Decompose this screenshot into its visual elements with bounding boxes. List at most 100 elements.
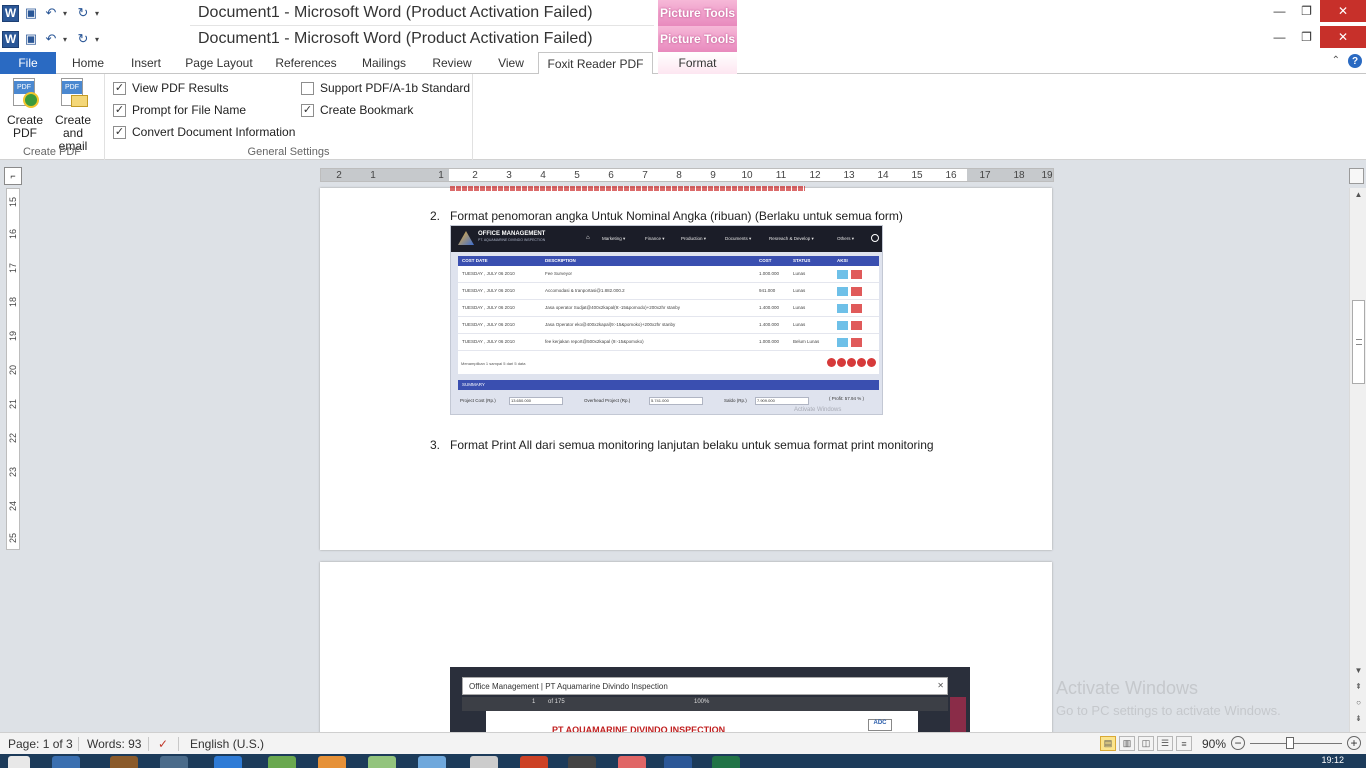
ruler-tick: 9 bbox=[710, 170, 716, 181]
close-button[interactable]: ✕ bbox=[1320, 26, 1366, 48]
delete-icon bbox=[851, 304, 862, 313]
list-item-2[interactable]: 2. Format penomoran angka Untuk Nominal … bbox=[430, 209, 903, 223]
create-pdf-button[interactable]: Create PDF bbox=[3, 78, 47, 140]
minimize-ribbon-icon[interactable]: ⌃ bbox=[1332, 55, 1340, 66]
save-icon[interactable]: ▣ bbox=[23, 5, 39, 21]
shot-navbar: OFFICE MANAGEMENT PT. AQUAMARINE DIVINDO… bbox=[451, 226, 882, 252]
scroll-thumb[interactable] bbox=[1352, 300, 1365, 384]
word-count[interactable]: Words: 93 bbox=[87, 737, 141, 751]
vertical-scrollbar[interactable]: ▲ ▼ ⇞ ○ ⇟ bbox=[1349, 188, 1366, 732]
undo-dropdown-icon[interactable]: ▾ bbox=[63, 9, 71, 18]
tab-foxit-reader-pdf[interactable]: Foxit Reader PDF bbox=[538, 52, 653, 75]
group-general-settings: ✓ View PDF Results ✓ Prompt for File Name … bbox=[105, 74, 473, 160]
web-layout-icon[interactable]: ◫ bbox=[1138, 736, 1154, 751]
language-indicator[interactable]: English (U.S.) bbox=[190, 737, 264, 751]
undo-icon[interactable]: ↶ bbox=[43, 5, 59, 21]
ruler-tick: 22 bbox=[8, 433, 18, 444]
taskbar-app-icon[interactable] bbox=[368, 756, 396, 768]
shot-menu-item: Marketing ▾ bbox=[602, 236, 626, 241]
save-icon[interactable]: ▣ bbox=[23, 31, 39, 47]
taskbar-app-icon[interactable] bbox=[618, 756, 646, 768]
checkbox-support-pdfa[interactable]: Support PDF/A-1b Standard bbox=[301, 81, 470, 95]
shot-table-footer: Menampilkan 1 sampai 5 dari 5 data bbox=[461, 361, 526, 366]
tab-view[interactable]: View bbox=[488, 52, 534, 74]
help-icon[interactable]: ? bbox=[1348, 54, 1362, 68]
restore-button[interactable]: ❐ bbox=[1293, 26, 1320, 48]
tab-insert[interactable]: Insert bbox=[120, 52, 172, 74]
ruler-tick: 20 bbox=[8, 365, 18, 376]
embedded-screenshot-table[interactable]: OFFICE MANAGEMENT PT. AQUAMARINE DIVINDO… bbox=[450, 225, 883, 415]
tab-references[interactable]: References bbox=[266, 52, 346, 74]
checkbox-convert-doc-info[interactable]: ✓ Convert Document Information bbox=[113, 125, 295, 139]
zoom-out-icon[interactable]: − bbox=[1231, 736, 1245, 750]
tab-selector-icon[interactable]: ⌐ bbox=[4, 167, 22, 185]
ruler-tick: 1 bbox=[370, 170, 376, 181]
zoom-level[interactable]: 90% bbox=[1202, 737, 1226, 751]
proofing-icon[interactable]: ✓ bbox=[158, 737, 168, 751]
taskbar-app-icon[interactable] bbox=[568, 756, 596, 768]
zoom-slider[interactable] bbox=[1250, 743, 1342, 744]
taskbar-app-icon[interactable] bbox=[418, 756, 446, 768]
full-screen-reading-icon[interactable]: ▥ bbox=[1119, 736, 1135, 751]
tab-mailings[interactable]: Mailings bbox=[352, 52, 416, 74]
view-ruler-icon[interactable] bbox=[1349, 168, 1364, 184]
list-item-3[interactable]: 3. Format Print All dari semua monitorin… bbox=[430, 438, 934, 452]
draft-icon[interactable]: ≡ bbox=[1176, 736, 1192, 751]
embedded-screenshot-pdf[interactable]: Office Management | PT Aquamarine Divind… bbox=[450, 667, 970, 733]
horizontal-ruler[interactable]: 2 1 1 2 3 4 5 6 7 8 9 10 11 12 13 14 15 … bbox=[320, 168, 1054, 182]
print-layout-icon[interactable]: ▤ bbox=[1100, 736, 1116, 751]
word-app-icon[interactable]: W bbox=[2, 30, 19, 48]
scroll-down-icon[interactable]: ▼ bbox=[1352, 666, 1365, 678]
scroll-up-icon[interactable]: ▲ bbox=[1352, 190, 1365, 202]
tab-review[interactable]: Review bbox=[422, 52, 482, 74]
customize-qat-icon[interactable]: ▾ bbox=[95, 9, 103, 18]
restore-button[interactable]: ❐ bbox=[1293, 0, 1320, 22]
redo-icon[interactable]: ↻ bbox=[75, 31, 91, 47]
checkbox-view-pdf-results[interactable]: ✓ View PDF Results bbox=[113, 81, 228, 95]
checkbox-create-bookmark[interactable]: ✓ Create Bookmark bbox=[301, 103, 413, 117]
user-icon bbox=[871, 234, 879, 242]
taskbar-word-icon[interactable] bbox=[664, 756, 692, 768]
tab-format[interactable]: Format bbox=[658, 52, 737, 74]
taskbar-app-icon[interactable] bbox=[268, 756, 296, 768]
taskbar-app-icon[interactable] bbox=[160, 756, 188, 768]
create-and-email-button[interactable]: Create and email bbox=[47, 78, 99, 153]
zoom-slider-thumb[interactable] bbox=[1286, 737, 1294, 749]
word-app-icon[interactable]: W bbox=[2, 4, 19, 22]
vertical-ruler[interactable]: 15 16 17 18 19 20 21 22 23 24 25 bbox=[6, 188, 20, 550]
ruler-tick: 18 bbox=[1013, 170, 1025, 181]
taskbar-app-icon[interactable] bbox=[52, 756, 80, 768]
shot-menu-item: Documents ▾ bbox=[725, 236, 752, 241]
minimize-button[interactable]: — bbox=[1266, 26, 1293, 48]
taskbar-app-icon[interactable] bbox=[520, 756, 548, 768]
taskbar-app-icon[interactable] bbox=[470, 756, 498, 768]
home-icon: ⌂ bbox=[586, 235, 590, 241]
pager-dot bbox=[837, 358, 846, 367]
outline-icon[interactable]: ☰ bbox=[1157, 736, 1173, 751]
zoom-in-icon[interactable]: + bbox=[1347, 736, 1361, 750]
close-button[interactable]: ✕ bbox=[1320, 0, 1366, 22]
checkbox-prompt-file-name[interactable]: ✓ Prompt for File Name bbox=[113, 103, 246, 117]
page-count[interactable]: Page: 1 of 3 bbox=[8, 737, 73, 751]
empty-checkbox-icon bbox=[301, 81, 314, 95]
customize-qat-icon[interactable]: ▾ bbox=[95, 35, 103, 44]
next-page-icon[interactable]: ⇟ bbox=[1352, 714, 1365, 726]
undo-dropdown-icon[interactable]: ▾ bbox=[63, 35, 71, 44]
tab-file[interactable]: File bbox=[0, 52, 56, 74]
shot-brand-sub: PT. AQUAMARINE DIVINDO INSPECTION bbox=[478, 238, 546, 242]
taskbar-excel-icon[interactable] bbox=[712, 756, 740, 768]
start-icon[interactable] bbox=[8, 756, 30, 768]
previous-page-icon[interactable]: ⇞ bbox=[1352, 682, 1365, 694]
checkmark-icon: ✓ bbox=[113, 103, 126, 117]
browse-object-icon[interactable]: ○ bbox=[1352, 698, 1365, 710]
undo-icon[interactable]: ↶ bbox=[43, 31, 59, 47]
minimize-button[interactable]: — bbox=[1266, 0, 1293, 22]
shot-table-header: COST DATE DESCRIPTION COST STATUS AKSI bbox=[458, 256, 879, 266]
taskbar-clock[interactable]: 19:12 bbox=[1321, 755, 1344, 765]
tab-home[interactable]: Home bbox=[62, 52, 114, 74]
taskbar-app-icon[interactable] bbox=[110, 756, 138, 768]
redo-icon[interactable]: ↻ bbox=[75, 5, 91, 21]
tab-page-layout[interactable]: Page Layout bbox=[178, 52, 260, 74]
taskbar-app-icon[interactable] bbox=[214, 756, 242, 768]
taskbar-app-icon[interactable] bbox=[318, 756, 346, 768]
